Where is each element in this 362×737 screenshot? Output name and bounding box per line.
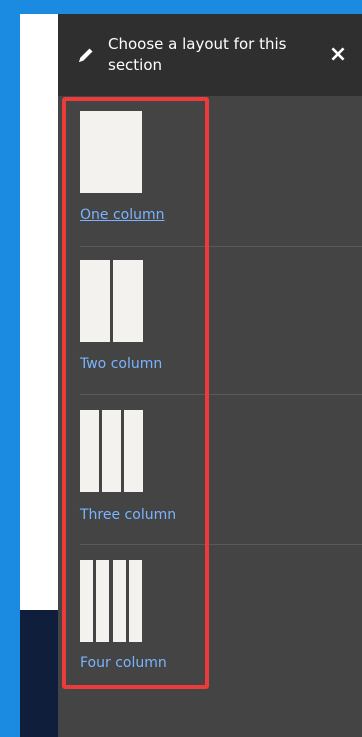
- layout-label-two-column[interactable]: Two column: [80, 355, 162, 373]
- panel-title: Choose a layout for this section: [108, 35, 287, 74]
- panel-header: Choose a layout for this section ×: [58, 14, 362, 96]
- divider: [80, 544, 362, 545]
- four-column-icon-col-1: [80, 560, 93, 642]
- three-column-icon-col-3: [124, 410, 143, 492]
- page-footer-block: [20, 610, 60, 737]
- three-column-icon-col-2: [102, 410, 121, 492]
- layout-label-four-column[interactable]: Four column: [80, 654, 167, 672]
- four-column-icon-col-3: [113, 560, 126, 642]
- pencil-icon: [79, 48, 93, 62]
- four-column-icon-col-2: [96, 560, 109, 642]
- divider: [80, 394, 362, 395]
- layout-label-one-column[interactable]: One column: [80, 206, 165, 224]
- divider: [80, 246, 362, 247]
- layout-option-two-column[interactable]: Two column: [80, 260, 362, 395]
- page-frame-top: [0, 0, 362, 14]
- three-column-icon-col-1: [80, 410, 99, 492]
- page-frame-left: [0, 0, 20, 737]
- page-background: [20, 14, 60, 610]
- layout-option-three-column[interactable]: Three column: [80, 410, 362, 545]
- one-column-icon: [80, 111, 142, 193]
- four-column-icon-col-4: [129, 560, 142, 642]
- close-button[interactable]: ×: [326, 44, 350, 68]
- layout-option-four-column[interactable]: Four column: [80, 560, 362, 680]
- two-column-icon-col-2: [113, 260, 143, 342]
- layout-option-one-column[interactable]: One column: [80, 111, 362, 247]
- layout-label-three-column[interactable]: Three column: [80, 506, 176, 524]
- two-column-icon-col-1: [80, 260, 110, 342]
